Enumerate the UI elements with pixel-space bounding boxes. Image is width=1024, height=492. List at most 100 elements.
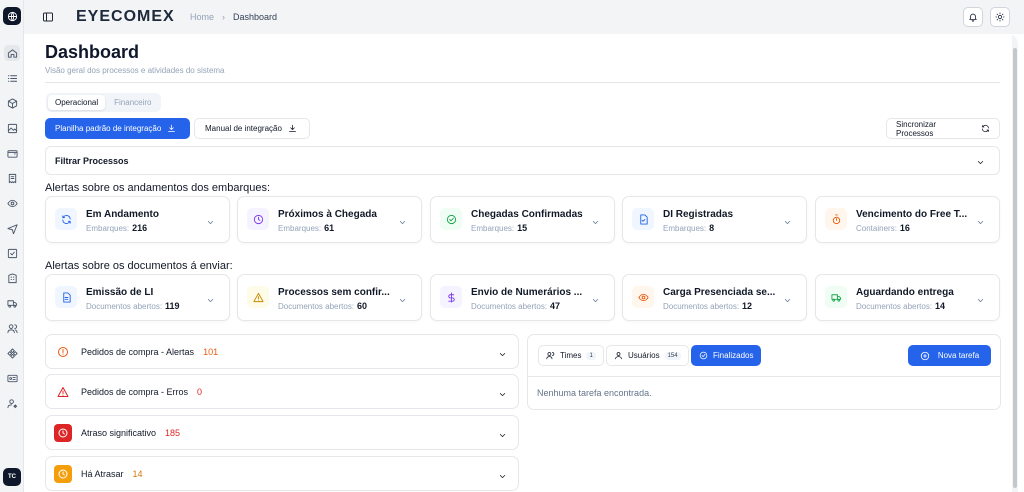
scrollbar-thumb[interactable]	[1013, 48, 1017, 488]
sidebar-home-icon[interactable]	[4, 45, 20, 61]
card-subtitle: Embarques: 61	[278, 223, 335, 233]
sidebar-eye-icon[interactable]	[4, 195, 20, 211]
tab-financeiro[interactable]: Financeiro	[107, 95, 158, 110]
sidebar-plane-icon[interactable]	[4, 220, 20, 236]
sidebar-box-icon[interactable]	[4, 95, 20, 111]
sidebar-user-cog-icon[interactable]	[4, 395, 20, 411]
accordion-count: 185	[165, 428, 181, 438]
breadcrumb: Home › Dashboard	[190, 12, 277, 22]
clock-filled-icon	[54, 424, 72, 442]
filter-processes-label: Filtrar Processos	[55, 156, 129, 166]
card-aguardando-entrega[interactable]: Aguardando entrega Documentos abertos: 14	[815, 274, 1000, 321]
page-subtitle: Visão geral dos processos e atividades d…	[45, 66, 225, 75]
eye-icon	[632, 286, 654, 308]
chevron-down-icon[interactable]	[976, 216, 985, 225]
user-avatar[interactable]: TC	[3, 468, 21, 486]
new-task-button[interactable]: Nova tarefa	[908, 345, 991, 366]
card-emissao-li[interactable]: Emissão de LI Documentos abertos: 119	[45, 274, 230, 321]
accordion-po-errors[interactable]: Pedidos de compra - Erros 0	[45, 374, 519, 409]
chevron-down-icon[interactable]	[591, 294, 600, 303]
sidebar-id-card-icon[interactable]	[4, 370, 20, 386]
accordion-count: 14	[132, 469, 143, 479]
filter-users-button[interactable]: Usuários 154	[606, 345, 689, 366]
card-carga-presenciada[interactable]: Carga Presenciada se... Documentos abert…	[622, 274, 807, 321]
brand-logo[interactable]: EYECOMEX	[76, 8, 175, 26]
breadcrumb-current: Dashboard	[233, 12, 278, 22]
chevron-down-icon[interactable]	[783, 216, 792, 225]
shipment-alerts-heading: Alertas sobre os andamentos dos embarque…	[45, 182, 271, 194]
refresh-icon	[55, 208, 77, 230]
theme-toggle-button[interactable]	[990, 7, 1010, 27]
sidebar-building-icon[interactable]	[4, 270, 20, 286]
users-icon	[546, 352, 555, 360]
sidebar-receipt-icon[interactable]	[4, 170, 20, 186]
chevron-down-icon[interactable]	[206, 294, 215, 303]
accordion-label: Pedidos de compra - Erros 0	[81, 387, 203, 397]
manual-download-button[interactable]: Manual de integração	[194, 118, 310, 139]
bell-icon	[969, 13, 977, 22]
card-proximos-chegada[interactable]: Próximos à Chegada Embarques: 61	[237, 196, 422, 243]
sidebar-network-icon[interactable]	[4, 345, 20, 361]
main-panel: Dashboard Visão geral dos processos e at…	[28, 34, 1018, 492]
template-download-button[interactable]: Planilha padrão de integração	[45, 118, 190, 139]
users-count-badge: 154	[664, 351, 681, 360]
accordion-count: 101	[203, 347, 219, 357]
card-processos-sem-confirmacao[interactable]: Processos sem confir... Documentos abert…	[237, 274, 422, 321]
alert-circle-icon	[54, 343, 72, 361]
notifications-button[interactable]	[963, 7, 983, 27]
chevron-down-icon[interactable]	[591, 216, 600, 225]
card-subtitle: Embarques: 8	[663, 223, 715, 233]
chevron-down-icon[interactable]	[976, 294, 985, 303]
card-count: 60	[357, 301, 368, 311]
card-chegadas-confirmadas[interactable]: Chegadas Confirmadas Embarques: 15	[430, 196, 615, 243]
chevron-down-icon[interactable]	[976, 156, 985, 165]
card-title: Aguardando entrega	[856, 287, 954, 298]
chevron-down-icon[interactable]	[498, 470, 507, 479]
card-di-registradas[interactable]: DI Registradas Embarques: 8	[622, 196, 807, 243]
filter-finished-button[interactable]: Finalizados	[691, 345, 762, 366]
filter-processes-panel[interactable]: Filtrar Processos	[45, 146, 1000, 175]
sidebar-image-icon[interactable]	[4, 120, 20, 136]
breadcrumb-home[interactable]: Home	[190, 12, 214, 22]
chevron-down-icon[interactable]	[498, 348, 507, 357]
chevron-down-icon[interactable]	[498, 388, 507, 397]
accordion-count: 0	[197, 387, 203, 397]
sync-processes-button[interactable]: Sincronizar Processos	[886, 118, 1000, 139]
accordion-significant-delay[interactable]: Atraso significativo 185	[45, 415, 519, 450]
card-envio-numerarios[interactable]: Envio de Numerários ... Documentos abert…	[430, 274, 615, 321]
card-subtitle: Documentos abertos: 60	[278, 301, 368, 311]
timer-icon	[825, 208, 847, 230]
card-vencimento-free-time[interactable]: Vencimento do Free T... Containers: 16	[815, 196, 1000, 243]
chevron-down-icon[interactable]	[498, 429, 507, 438]
sidebar-users-icon[interactable]	[4, 320, 20, 336]
plus-circle-icon	[920, 351, 929, 360]
accordion-about-to-delay[interactable]: Há Atrasar 14	[45, 456, 519, 491]
breadcrumb-separator: ›	[222, 12, 226, 22]
chevron-down-icon[interactable]	[398, 216, 407, 225]
refresh-icon	[982, 124, 989, 133]
page-title: Dashboard	[45, 42, 140, 62]
sidebar-list-icon[interactable]	[4, 70, 20, 86]
clock-filled-icon	[54, 465, 72, 483]
times-count-badge: 1	[586, 351, 596, 360]
card-count: 14	[935, 301, 946, 311]
tasks-panel: Times 1 Usuários 154 Finalizados Nova ta…	[527, 334, 1001, 410]
chevron-down-icon[interactable]	[398, 294, 407, 303]
chevron-down-icon[interactable]	[206, 216, 215, 225]
tab-list: Operacional Financeiro	[46, 93, 161, 112]
app-logo-icon[interactable]	[3, 7, 21, 25]
scrollbar[interactable]	[1012, 34, 1018, 492]
divider	[528, 376, 1000, 377]
card-em-andamento[interactable]: Em Andamento Embarques: 216	[45, 196, 230, 243]
dollar-icon	[440, 286, 462, 308]
card-subtitle: Documentos abertos: 14	[856, 301, 946, 311]
sidebar-check-square-icon[interactable]	[4, 245, 20, 261]
chevron-down-icon[interactable]	[783, 294, 792, 303]
tab-operacional[interactable]: Operacional	[48, 95, 106, 110]
sidebar-wallet-icon[interactable]	[4, 145, 20, 161]
filter-times-button[interactable]: Times 1	[538, 345, 604, 366]
sidebar-truck-icon[interactable]	[4, 295, 20, 311]
accordion-po-alerts[interactable]: Pedidos de compra - Alertas 101	[45, 334, 519, 369]
document-alerts-heading: Alertas sobre os documentos á enviar:	[45, 260, 233, 272]
sidebar-toggle-icon[interactable]	[42, 11, 54, 23]
